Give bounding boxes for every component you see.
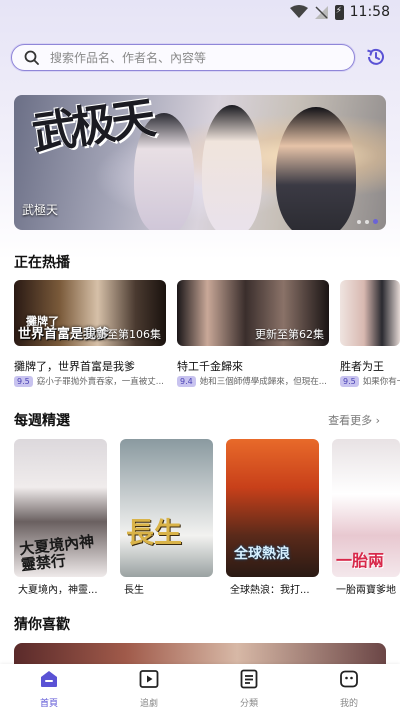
hot-meta: 9.5 窈小子罪抛外賣吞家，一直被丈... <box>14 375 164 387</box>
history-icon[interactable] <box>365 46 387 68</box>
tab-category[interactable]: 分類 <box>219 668 279 709</box>
search-icon <box>24 50 39 65</box>
poster-title-text: 大夏境內神靈禁行 <box>18 532 95 575</box>
score-badge: 9.4 <box>177 375 196 387</box>
section-title-weekly: 每週精選 <box>14 413 70 429</box>
hot-meta: 9.5 如果你有一 <box>340 375 400 387</box>
hot-thumbnail: 攤牌了 世界首富是我爹 更新至第106集 <box>14 280 166 346</box>
home-icon <box>41 671 57 687</box>
score-badge: 9.5 <box>340 375 359 387</box>
poster-title-text: 長生 <box>126 516 183 549</box>
pagination-dot-active <box>373 219 378 224</box>
score-badge: 9.5 <box>14 375 33 387</box>
section-title-guess: 猜你喜歡 <box>14 617 70 633</box>
weekly-title: 大夏境內，神靈... <box>18 585 98 596</box>
tab-profile[interactable]: 我的 <box>319 668 379 709</box>
hot-thumbnail <box>340 280 400 346</box>
episode-count: 更新至第106集 <box>85 328 161 341</box>
tab-following[interactable]: 追劇 <box>119 668 179 709</box>
hot-title: 特工千金歸來 <box>177 360 243 373</box>
hot-description: 如果你有一 <box>362 377 400 387</box>
hot-title: 攤牌了，世界首富是我爹 <box>14 360 135 373</box>
hot-description: 窈小子罪抛外賣吞家，一直被丈... <box>36 377 164 387</box>
search-bar[interactable] <box>11 44 355 71</box>
hot-card[interactable]: 攤牌了 世界首富是我爹 更新至第106集 攤牌了，世界首富是我爹 9.5 窈小子… <box>14 280 166 387</box>
tab-label: 分類 <box>239 699 258 709</box>
banner-title: 武極天 <box>22 203 59 217</box>
banner-figure-center <box>202 105 262 230</box>
weekly-title: 長生 <box>124 585 144 596</box>
weekly-card[interactable]: 大夏境內神靈禁行 大夏境內，神靈... <box>14 439 107 596</box>
hot-card[interactable]: 更新至第62集 特工千金歸來 9.4 她和三個師傅學成歸來，但現在... <box>177 280 329 387</box>
search-input[interactable] <box>50 48 340 67</box>
weekly-poster: 大夏境內神靈禁行 <box>14 439 107 577</box>
hot-description: 她和三個師傅學成歸來，但現在... <box>199 377 327 387</box>
hot-meta: 9.4 她和三個師傅學成歸來，但現在... <box>177 375 327 387</box>
play-icon <box>139 670 159 688</box>
weekly-card[interactable]: 一胎兩 一胎兩寶爹地 <box>332 439 400 596</box>
tab-label: 首頁 <box>39 699 58 709</box>
poster-title-text: 一胎兩 <box>336 551 385 570</box>
status-bar: 11:58 <box>0 0 400 26</box>
tab-label: 追劇 <box>139 699 158 709</box>
list-icon <box>240 669 258 689</box>
see-more-link[interactable]: 查看更多 › <box>328 412 380 428</box>
pagination-dot <box>365 219 369 224</box>
weekly-poster: 全球熱浪 <box>226 439 319 577</box>
status-time: 11:58 <box>349 4 390 20</box>
profile-icon <box>340 670 358 688</box>
section-title-hot: 正在热播 <box>14 255 70 271</box>
weekly-title: 全球熱浪：我打... <box>230 585 310 596</box>
banner-figure-right <box>276 107 356 230</box>
wifi-icon <box>289 5 308 18</box>
weekly-poster: 長生 <box>120 439 213 577</box>
pagination-dot <box>357 219 361 224</box>
tab-home[interactable]: 首頁 <box>19 668 79 709</box>
poster-title-text: 全球熱浪 <box>234 546 290 562</box>
tab-label: 我的 <box>339 699 358 709</box>
weekly-poster: 一胎兩 <box>332 439 400 577</box>
featured-banner[interactable]: 武极天 武極天 <box>14 95 386 230</box>
status-icons: 11:58 <box>289 4 390 20</box>
weekly-card[interactable]: 全球熱浪 全球熱浪：我打... <box>226 439 319 596</box>
weekly-title: 一胎兩寶爹地 <box>336 585 396 596</box>
no-signal-icon <box>314 5 328 19</box>
weekly-card[interactable]: 長生 長生 <box>120 439 213 596</box>
banner-pagination <box>357 219 378 224</box>
hot-thumbnail: 更新至第62集 <box>177 280 329 346</box>
episode-count: 更新至第62集 <box>255 328 324 341</box>
hot-title: 胜者为王 <box>340 360 384 373</box>
bottom-tab-bar: 首頁 追劇 分類 我的 <box>0 664 400 712</box>
battery-charging-icon <box>334 4 344 20</box>
hot-card[interactable]: 胜者为王 9.5 如果你有一 <box>340 280 400 387</box>
